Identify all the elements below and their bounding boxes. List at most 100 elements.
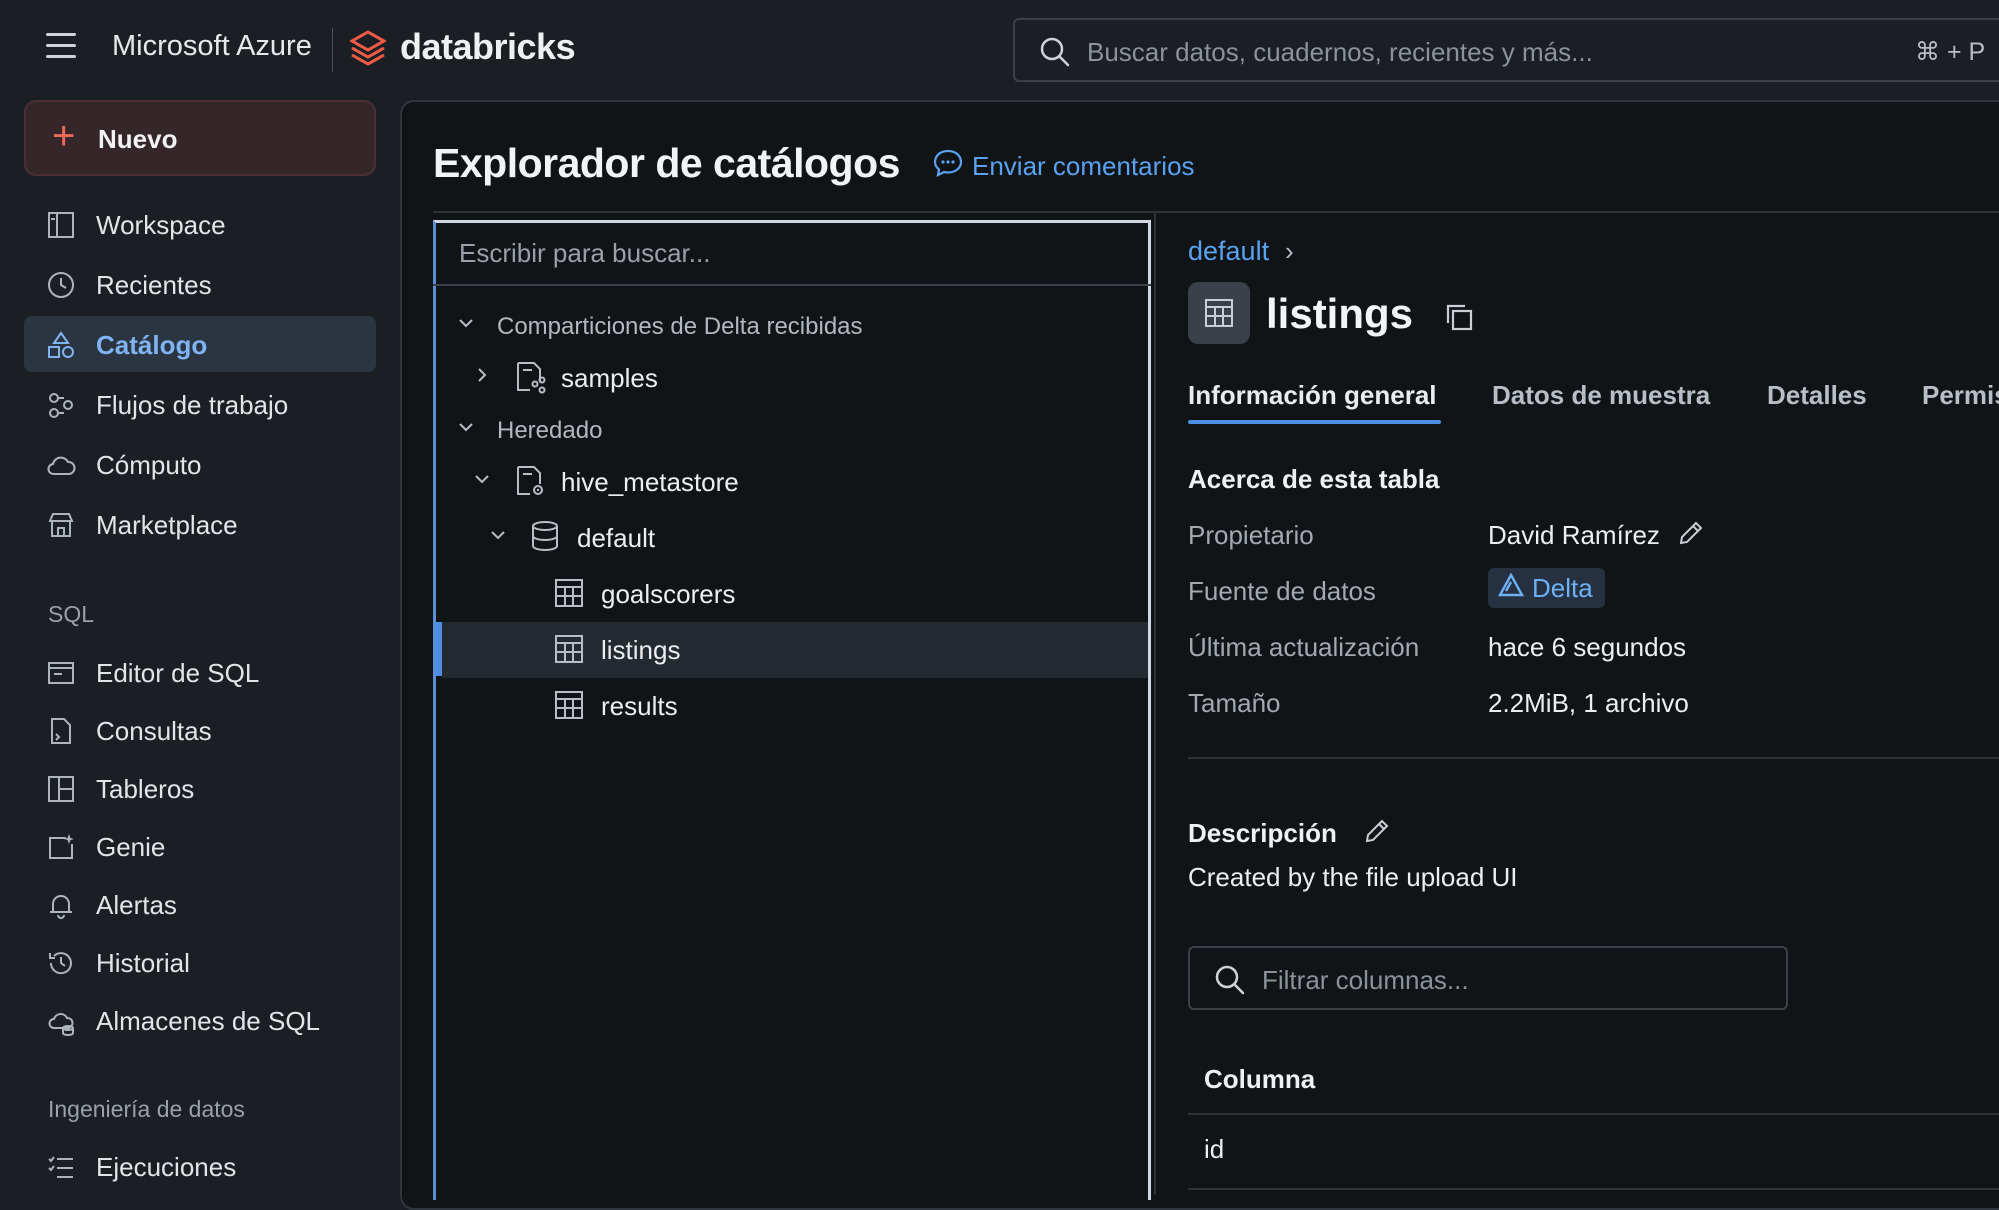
- table-name-heading: listings: [1266, 290, 1414, 337]
- breadcrumb-separator: ›: [1285, 236, 1294, 266]
- warehouse-icon: [46, 1006, 76, 1036]
- sidebar-item-queries[interactable]: Consultas: [24, 702, 376, 758]
- sidebar-item-sql-editor[interactable]: Editor de SQL: [24, 644, 376, 700]
- tree-search-input[interactable]: Escribir para buscar...: [433, 220, 1151, 286]
- tree-group-delta-shares[interactable]: Comparticiones de Delta recibidas: [440, 298, 1148, 354]
- edit-owner-icon[interactable]: [1676, 518, 1706, 553]
- selection-indicator: [436, 622, 442, 676]
- owner-value: David Ramírez: [1488, 520, 1660, 550]
- query-icon: [46, 716, 76, 746]
- chevron-right-icon: [472, 364, 492, 392]
- databricks-logo-icon[interactable]: [348, 30, 388, 68]
- owner-label: Propietario: [1188, 520, 1314, 550]
- search-icon: [1214, 964, 1246, 1001]
- sidebar-item-recent[interactable]: Recientes: [24, 256, 376, 312]
- tree-item-hive-metastore[interactable]: hive_metastore: [440, 454, 1148, 510]
- menu-icon[interactable]: [46, 33, 82, 63]
- sidebar-item-runs[interactable]: Ejecuciones: [24, 1138, 376, 1194]
- tree-group-legacy[interactable]: Heredado: [440, 402, 1148, 458]
- catalog-icon: [46, 330, 76, 360]
- new-button-label: Nuevo: [98, 124, 178, 154]
- divider: [433, 211, 1999, 213]
- table-icon: [1204, 298, 1234, 333]
- tree-item-table-listings[interactable]: listings: [442, 622, 1148, 678]
- table-icon: [554, 578, 584, 613]
- sidebar-item-sql-warehouses[interactable]: Almacenes de SQL: [24, 992, 376, 1048]
- search-shortcut: ⌘ + P: [1915, 38, 1986, 66]
- panel-splitter[interactable]: [1154, 213, 1156, 1195]
- sidebar-item-label: Cómputo: [96, 450, 202, 480]
- search-icon: [1039, 36, 1071, 73]
- tree-item-table-goalscorers[interactable]: goalscorers: [440, 566, 1148, 622]
- sql-section-label: SQL: [48, 601, 95, 627]
- send-feedback-link[interactable]: Enviar comentarios: [932, 148, 1195, 185]
- sidebar-item-workspace[interactable]: Workspace: [24, 196, 376, 252]
- about-table-heading: Acerca de esta tabla: [1188, 464, 1440, 494]
- sql-editor-icon: [46, 658, 76, 688]
- global-search-input[interactable]: Buscar datos, cuadernos, recientes y más…: [1013, 18, 1999, 82]
- delta-icon: [1497, 572, 1525, 604]
- table-type-badge: [1188, 282, 1250, 344]
- dashboard-icon: [46, 774, 76, 804]
- tree-item-label: default: [577, 523, 656, 553]
- cloud-provider-label: Microsoft Azure: [112, 30, 312, 62]
- size-value: 2.2MiB, 1 archivo: [1488, 688, 1689, 718]
- table-row[interactable]: id: [1204, 1134, 1224, 1165]
- tab-details[interactable]: Detalles: [1767, 380, 1867, 411]
- sidebar-item-workflows[interactable]: Flujos de trabajo: [24, 376, 376, 432]
- sidebar-item-label: Ejecuciones: [96, 1152, 237, 1182]
- tab-permissions[interactable]: Permis: [1922, 380, 1999, 411]
- sidebar-item-label: Consultas: [96, 716, 212, 746]
- sidebar-item-label: Flujos de trabajo: [96, 390, 289, 420]
- divider: [1188, 1188, 1999, 1190]
- sidebar-item-label: Recientes: [96, 270, 212, 300]
- copy-icon[interactable]: [1444, 302, 1474, 337]
- chevron-down-icon: [456, 312, 476, 340]
- brand-wordmark[interactable]: databricks: [400, 26, 576, 68]
- delta-badge: Delta: [1488, 568, 1605, 608]
- sidebar-item-label: Editor de SQL: [96, 658, 260, 688]
- tree-group-label: Heredado: [497, 417, 603, 444]
- sidebar-item-alerts[interactable]: Alertas: [24, 876, 376, 932]
- divider: [332, 28, 333, 72]
- tab-overview[interactable]: Información general: [1188, 380, 1437, 411]
- sidebar-item-label: Historial: [96, 948, 190, 978]
- tree-item-samples[interactable]: samples: [440, 350, 1148, 406]
- sidebar-item-label: Alertas: [96, 890, 177, 920]
- sidebar-item-compute[interactable]: Cómputo: [24, 436, 376, 492]
- clock-icon: [46, 270, 76, 300]
- sidebar-item-catalog[interactable]: Catálogo: [24, 316, 376, 372]
- runs-icon: [46, 1152, 76, 1182]
- page-title: Explorador de catálogos: [433, 140, 900, 186]
- tree-item-label: goalscorers: [601, 579, 736, 609]
- last-updated-label: Última actualización: [1188, 632, 1420, 662]
- cloud-icon: [46, 450, 76, 480]
- table-icon: [554, 634, 584, 669]
- sidebar-item-dashboards[interactable]: Tableros: [24, 760, 376, 816]
- sidebar-item-label: Almacenes de SQL: [96, 1006, 321, 1036]
- shared-catalog-icon: [514, 360, 546, 399]
- tree-item-schema-default[interactable]: default: [440, 510, 1148, 566]
- database-icon: [530, 520, 560, 557]
- filter-columns-input[interactable]: Filtrar columnas...: [1188, 946, 1788, 1010]
- edit-description-icon[interactable]: [1362, 816, 1392, 851]
- tab-sample-data[interactable]: Datos de muestra: [1492, 380, 1710, 411]
- sidebar-item-label: Catálogo: [96, 330, 208, 360]
- chevron-down-icon: [456, 416, 476, 444]
- tree-item-label: results: [601, 691, 678, 721]
- size-label: Tamaño: [1188, 688, 1281, 718]
- breadcrumb-default[interactable]: default: [1188, 236, 1269, 267]
- new-button[interactable]: + Nuevo: [24, 100, 376, 176]
- workspace-icon: [46, 210, 76, 240]
- genie-icon: [46, 832, 76, 862]
- plus-icon: +: [52, 114, 76, 158]
- divider: [1188, 1113, 1999, 1115]
- tree-item-table-results[interactable]: results: [440, 678, 1148, 734]
- sidebar-item-label: Genie: [96, 832, 166, 862]
- sidebar-item-history[interactable]: Historial: [24, 934, 376, 990]
- data-source-label: Fuente de datos: [1188, 576, 1376, 606]
- description-heading: Descripción: [1188, 818, 1337, 848]
- sidebar-item-marketplace[interactable]: Marketplace: [24, 496, 376, 552]
- sidebar-item-genie[interactable]: Genie: [24, 818, 376, 874]
- last-updated-value: hace 6 segundos: [1488, 632, 1687, 662]
